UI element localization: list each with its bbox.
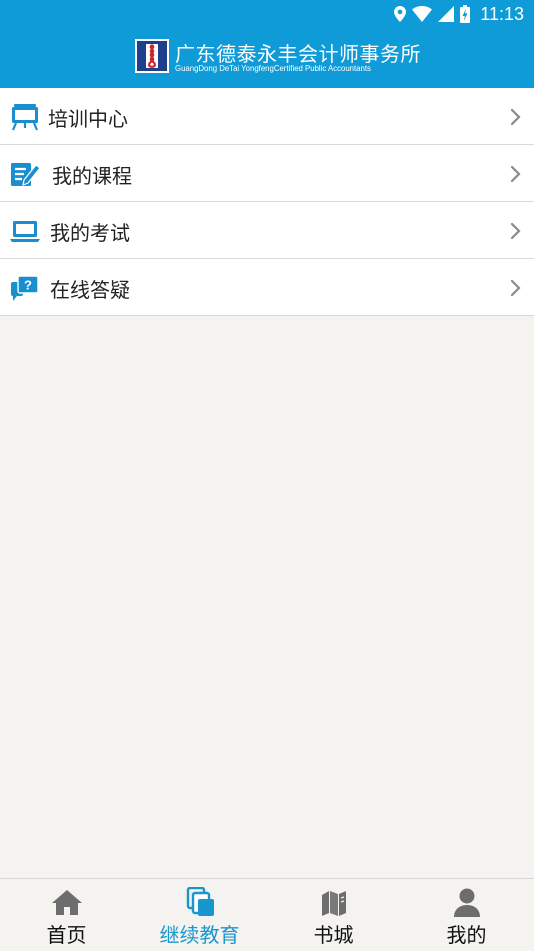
tab-continuing-education[interactable]: 继续教育	[133, 879, 266, 951]
menu-label: 我的课程	[52, 164, 132, 188]
user-icon	[453, 888, 480, 917]
battery-icon	[460, 5, 471, 23]
tab-bookstore[interactable]: 书城	[267, 879, 400, 951]
menu-label: 在线答疑	[50, 278, 130, 302]
menu-label: 培训中心	[48, 107, 128, 131]
tab-label: 继续教育	[159, 923, 240, 947]
edit-course-icon	[11, 163, 40, 186]
menu-label: 我的考试	[50, 221, 130, 245]
wifi-icon	[412, 6, 433, 22]
app-header: 广东德泰永丰会计师事务所 GuangDong DeTai YongfengCer…	[0, 28, 534, 88]
svg-text:?: ?	[24, 278, 32, 293]
tab-label: 书城	[313, 923, 354, 947]
chevron-right-icon	[510, 165, 521, 183]
menu-item-training-center[interactable]: 培训中心	[0, 88, 534, 145]
signal-icon	[438, 6, 455, 22]
tab-home[interactable]: 首页	[0, 879, 133, 951]
location-icon	[394, 6, 407, 22]
menu-list: 培训中心 我的课程 我的考试 ? 在线答疑	[0, 88, 534, 316]
menu-item-my-exams[interactable]: 我的考试	[0, 202, 534, 259]
bottom-tab-bar: 首页 继续教育 书城 我的	[0, 878, 534, 951]
home-icon	[51, 890, 82, 915]
chevron-right-icon	[510, 222, 521, 240]
education-icon	[186, 887, 214, 916]
firm-name-en: GuangDong DeTai YongfengCertified Public…	[175, 64, 371, 73]
menu-item-my-courses[interactable]: 我的课程	[0, 145, 534, 202]
menu-item-online-qa[interactable]: ? 在线答疑	[0, 259, 534, 315]
laptop-exam-icon	[10, 221, 40, 242]
books-icon	[321, 891, 346, 916]
tab-label: 首页	[46, 923, 87, 947]
status-icons: 11:13	[394, 3, 524, 25]
status-bar: 11:13	[0, 0, 534, 28]
chevron-right-icon	[510, 108, 521, 126]
training-board-icon	[11, 104, 39, 131]
question-chat-icon: ?	[11, 275, 39, 301]
status-time: 11:13	[480, 3, 524, 24]
firm-logo	[135, 39, 169, 73]
chevron-right-icon	[510, 279, 521, 297]
tab-label: 我的	[446, 923, 487, 947]
firm-name-cn: 广东德泰永丰会计师事务所	[175, 42, 421, 66]
tab-mine[interactable]: 我的	[400, 879, 533, 951]
